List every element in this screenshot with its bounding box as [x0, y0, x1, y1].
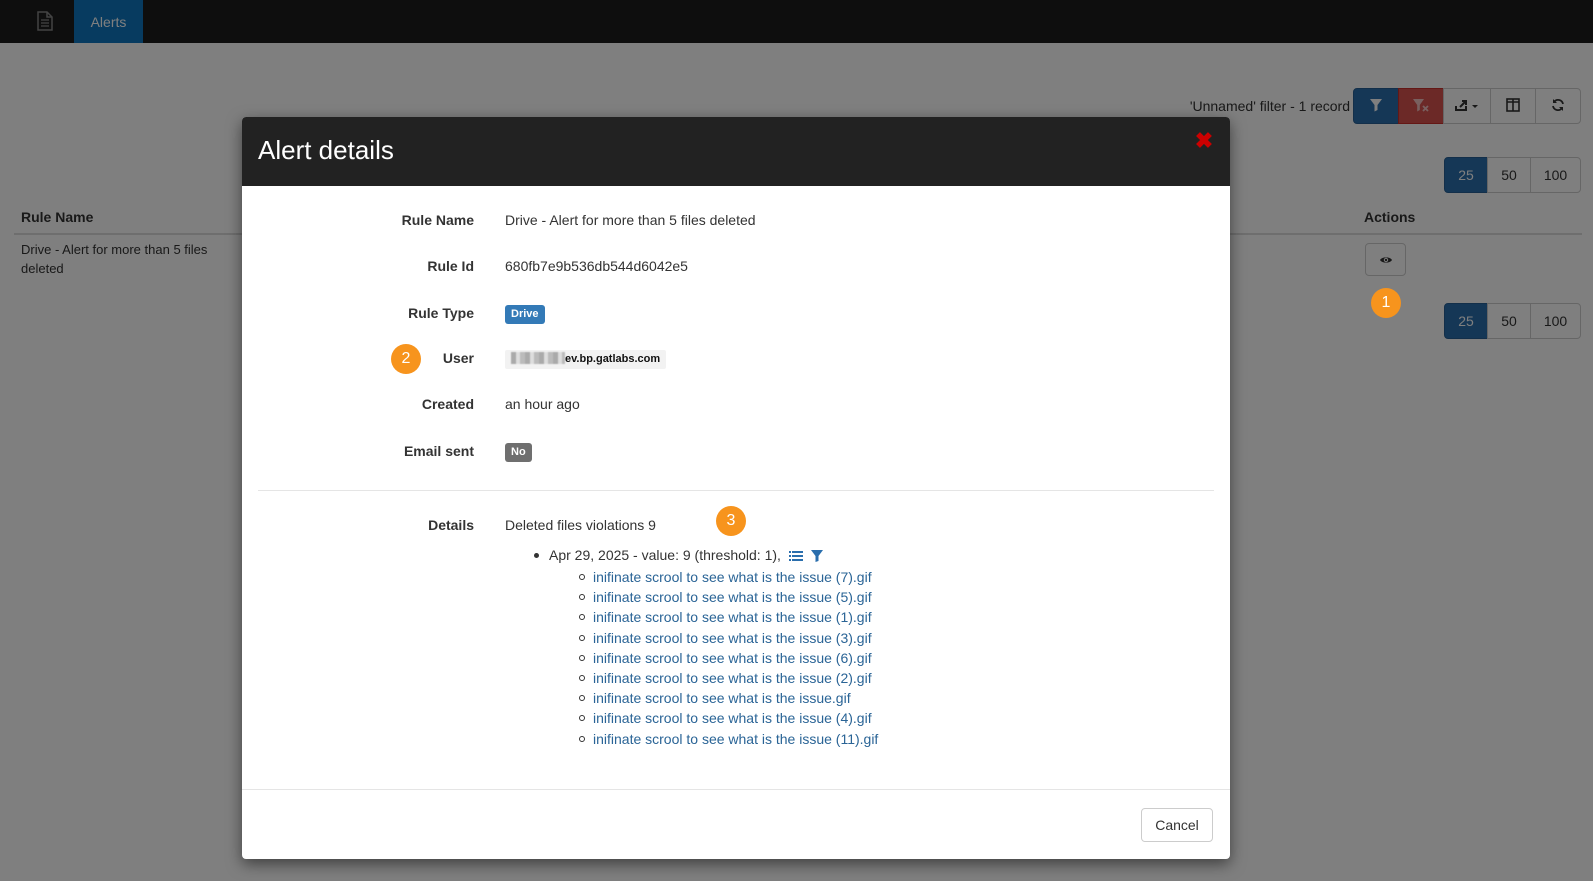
field-label: Details	[428, 517, 474, 533]
file-link[interactable]: inifinate scrool to see what is the issu…	[593, 609, 872, 625]
file-link[interactable]: inifinate scrool to see what is the issu…	[593, 690, 851, 706]
violation-item: Apr 29, 2025 - value: 9 (threshold: 1), …	[505, 545, 878, 749]
list-item: inifinate scrool to see what is the issu…	[549, 648, 878, 668]
list-item: inifinate scrool to see what is the issu…	[549, 729, 878, 749]
section-divider	[258, 490, 1214, 491]
list-item: inifinate scrool to see what is the issu…	[549, 587, 878, 607]
list-item: inifinate scrool to see what is the issu…	[549, 628, 878, 648]
modal-title: Alert details	[258, 135, 394, 165]
field-value: Drive - Alert for more than 5 files dele…	[505, 212, 756, 228]
field-label: Created	[421, 396, 474, 412]
field-label: Rule Type	[408, 305, 474, 321]
field-rule-type: Rule Type Drive	[242, 305, 1230, 327]
cancel-button[interactable]: Cancel	[1141, 808, 1213, 842]
file-link[interactable]: inifinate scrool to see what is the issu…	[593, 710, 872, 726]
field-label: Email sent	[403, 443, 474, 459]
field-label: Rule Name	[401, 212, 474, 228]
field-email-sent: Email sent No	[242, 443, 1230, 465]
deleted-files-list: inifinate scrool to see what is the issu…	[549, 567, 878, 749]
alert-details-modal: Alert details ✖ Rule Name Drive - Alert …	[242, 117, 1230, 859]
field-label: User	[442, 350, 474, 366]
rule-type-badge: Drive	[505, 305, 545, 324]
field-value: Deleted files violations 9	[505, 517, 656, 533]
list-item: inifinate scrool to see what is the issu…	[549, 708, 878, 728]
callout-badge: 1	[1371, 288, 1401, 318]
file-link[interactable]: inifinate scrool to see what is the issu…	[593, 630, 872, 646]
file-link[interactable]: inifinate scrool to see what is the issu…	[593, 670, 872, 686]
close-icon[interactable]: ✖	[1194, 130, 1214, 152]
field-value: 680fb7e9b536db544d6042e5	[505, 258, 688, 274]
email-sent-badge: No	[505, 443, 532, 462]
user-chip: ev.bp.gatlabs.com	[505, 350, 667, 369]
modal-header: Alert details ✖	[242, 117, 1230, 186]
user-email: ev.bp.gatlabs.com	[565, 353, 661, 365]
list-item: inifinate scrool to see what is the issu…	[549, 607, 878, 627]
redacted-area	[511, 352, 565, 364]
field-rule-name: Rule Name Drive - Alert for more than 5 …	[242, 212, 1230, 234]
filter-icon[interactable]	[810, 547, 823, 567]
field-rule-id: Rule Id 680fb7e9b536db544d6042e5	[242, 258, 1230, 280]
file-link[interactable]: inifinate scrool to see what is the issu…	[593, 731, 878, 747]
field-created: Created an hour ago	[242, 396, 1230, 418]
violations-list: Apr 29, 2025 - value: 9 (threshold: 1), …	[505, 545, 878, 749]
list-icon[interactable]	[788, 547, 803, 567]
file-link[interactable]: inifinate scrool to see what is the issu…	[593, 650, 872, 666]
list-item: inifinate scrool to see what is the issu…	[549, 668, 878, 688]
field-label: Rule Id	[427, 258, 474, 274]
modal-footer-divider	[242, 789, 1230, 790]
field-value: an hour ago	[505, 396, 580, 412]
list-item: inifinate scrool to see what is the issu…	[549, 688, 878, 708]
callout-badge: 3	[716, 506, 746, 536]
callout-badge: 2	[391, 344, 421, 374]
violation-summary: Apr 29, 2025 - value: 9 (threshold: 1),	[549, 547, 781, 563]
file-link[interactable]: inifinate scrool to see what is the issu…	[593, 569, 872, 585]
list-item: inifinate scrool to see what is the issu…	[549, 567, 878, 587]
file-link[interactable]: inifinate scrool to see what is the issu…	[593, 589, 872, 605]
